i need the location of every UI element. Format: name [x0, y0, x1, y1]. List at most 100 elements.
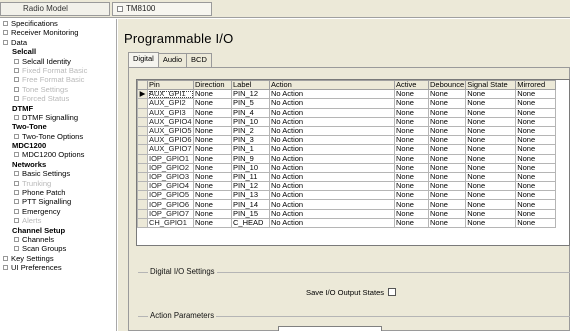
- table-cell[interactable]: None: [515, 190, 557, 201]
- table-cell[interactable]: None: [515, 116, 557, 127]
- table-cell[interactable]: PIN_5: [231, 98, 270, 109]
- table-cell[interactable]: PIN_12: [231, 181, 270, 192]
- column-header[interactable]: Pin: [147, 80, 194, 91]
- tab-digital[interactable]: Digital: [128, 52, 159, 67]
- table-cell[interactable]: None: [193, 181, 232, 192]
- table-cell[interactable]: No Action: [269, 181, 395, 192]
- table-cell[interactable]: PIN_3: [231, 135, 270, 146]
- tree-item[interactable]: Fixed Format Basic: [0, 66, 116, 75]
- table-cell[interactable]: AUX_GPI1: [147, 89, 194, 100]
- table-cell[interactable]: None: [427, 98, 467, 109]
- table-cell[interactable]: None: [465, 125, 517, 137]
- table-cell[interactable]: None: [394, 144, 429, 155]
- table-cell[interactable]: None: [465, 98, 517, 109]
- table-cell[interactable]: None: [394, 190, 429, 201]
- table-cell[interactable]: None: [427, 181, 467, 192]
- table-cell[interactable]: None: [193, 125, 232, 137]
- column-header[interactable]: Mirrored: [515, 80, 557, 91]
- table-cell[interactable]: None: [465, 181, 517, 192]
- table-row[interactable]: ▶ AUX_GPI1 None PIN_12 No Action None None None…: [137, 89, 557, 100]
- tree-item[interactable]: Forced Status: [0, 94, 116, 103]
- table-cell[interactable]: None: [427, 135, 467, 146]
- table-cell[interactable]: AUX_GPI2: [147, 98, 194, 109]
- column-header[interactable]: Label: [231, 80, 270, 91]
- table-cell[interactable]: None: [465, 107, 517, 118]
- table-cell[interactable]: None: [394, 208, 429, 219]
- table-cell[interactable]: None: [427, 199, 467, 210]
- table-cell[interactable]: None: [427, 153, 467, 164]
- table-cell[interactable]: IOP_GPIO3: [147, 171, 194, 183]
- table-cell[interactable]: None: [427, 107, 467, 118]
- table-cell[interactable]: None: [394, 89, 429, 100]
- radio-model-value[interactable]: TM8100: [112, 2, 212, 16]
- table-cell[interactable]: None: [193, 144, 232, 155]
- tree-item[interactable]: Key Settings: [0, 254, 116, 263]
- table-cell[interactable]: PIN_9: [231, 153, 270, 164]
- tree-item[interactable]: Trunking: [0, 179, 116, 188]
- tree-item[interactable]: Phone Patch: [0, 188, 116, 197]
- table-cell[interactable]: None: [193, 199, 232, 210]
- tree-item[interactable]: Data: [0, 38, 116, 47]
- tree-item[interactable]: Alerts: [0, 216, 116, 225]
- table-cell[interactable]: No Action: [269, 116, 395, 127]
- table-cell[interactable]: PIN_13: [231, 190, 270, 201]
- table-cell[interactable]: IOP_GPIO7: [147, 208, 194, 219]
- table-cell[interactable]: None: [515, 162, 557, 173]
- table-cell[interactable]: None: [427, 217, 467, 229]
- row-selector[interactable]: [137, 199, 148, 210]
- table-cell[interactable]: No Action: [269, 208, 395, 219]
- table-cell[interactable]: AUX_GPIO4: [147, 116, 194, 127]
- table-cell[interactable]: CH_GPIO1: [147, 217, 194, 229]
- table-cell[interactable]: No Action: [269, 162, 395, 173]
- tree-item[interactable]: Selcall: [0, 47, 116, 56]
- table-cell[interactable]: None: [515, 199, 557, 210]
- table-cell[interactable]: AUX_GPIO7: [147, 144, 194, 155]
- tree-item[interactable]: MDC1200 Options: [0, 150, 116, 159]
- table-cell[interactable]: None: [193, 98, 232, 109]
- row-selector[interactable]: [137, 116, 148, 127]
- table-cell[interactable]: None: [193, 171, 232, 183]
- table-row[interactable]: AUX_GPIO4 None PIN_10 No Action None None None…: [137, 116, 557, 127]
- table-cell[interactable]: None: [193, 135, 232, 146]
- table-cell[interactable]: None: [394, 217, 429, 229]
- tree-item[interactable]: Free Format Basic: [0, 75, 116, 84]
- table-cell[interactable]: None: [427, 125, 467, 137]
- table-cell[interactable]: PIN_11: [231, 171, 270, 183]
- table-cell[interactable]: PIN_1: [231, 144, 270, 155]
- table-cell[interactable]: None: [394, 116, 429, 127]
- table-cell[interactable]: None: [193, 107, 232, 118]
- table-cell[interactable]: None: [515, 217, 557, 229]
- table-cell[interactable]: None: [515, 144, 557, 155]
- table-cell[interactable]: AUX_GPIO5: [147, 125, 194, 137]
- table-cell[interactable]: PIN_10: [231, 162, 270, 173]
- table-cell[interactable]: None: [193, 217, 232, 229]
- tree-item[interactable]: PTT Signalling: [0, 197, 116, 206]
- table-cell[interactable]: None: [465, 208, 517, 219]
- table-cell[interactable]: None: [465, 171, 517, 183]
- io-grid[interactable]: Pin Direction Label Action Active Debounce Sig…: [136, 79, 570, 246]
- table-row[interactable]: IOP_GPIO6 None PIN_14 No Action None None None…: [137, 199, 557, 210]
- table-cell[interactable]: No Action: [269, 107, 395, 118]
- table-row[interactable]: IOP_GPIO4 None PIN_12 No Action None None None…: [137, 181, 557, 192]
- column-header[interactable]: Signal State: [465, 80, 517, 91]
- table-cell[interactable]: None: [465, 190, 517, 201]
- table-cell[interactable]: AUX_GPI3: [147, 107, 194, 118]
- tab-bcd[interactable]: BCD: [186, 53, 212, 67]
- tree-item[interactable]: DTMF Signalling: [0, 113, 116, 122]
- table-cell[interactable]: No Action: [269, 98, 395, 109]
- table-cell[interactable]: None: [427, 190, 467, 201]
- table-cell[interactable]: None: [465, 162, 517, 173]
- tree-item[interactable]: Receiver Monitoring: [0, 28, 116, 37]
- table-cell[interactable]: None: [515, 171, 557, 183]
- table-cell[interactable]: PIN_14: [231, 199, 270, 210]
- table-cell[interactable]: AUX_GPIO6: [147, 135, 194, 146]
- table-cell[interactable]: None: [515, 181, 557, 192]
- table-row[interactable]: IOP_GPIO7 None PIN_15 No Action None None None…: [137, 208, 557, 219]
- table-cell[interactable]: None: [427, 162, 467, 173]
- tree-item[interactable]: Two-Tone Options: [0, 132, 116, 141]
- table-cell[interactable]: C_HEAD: [231, 217, 270, 229]
- table-cell[interactable]: PIN_4: [231, 107, 270, 118]
- table-cell[interactable]: No Action: [269, 217, 395, 229]
- table-row[interactable]: IOP_GPIO3 None PIN_11 No Action None None None…: [137, 171, 557, 183]
- table-cell[interactable]: PIN_10: [231, 116, 270, 127]
